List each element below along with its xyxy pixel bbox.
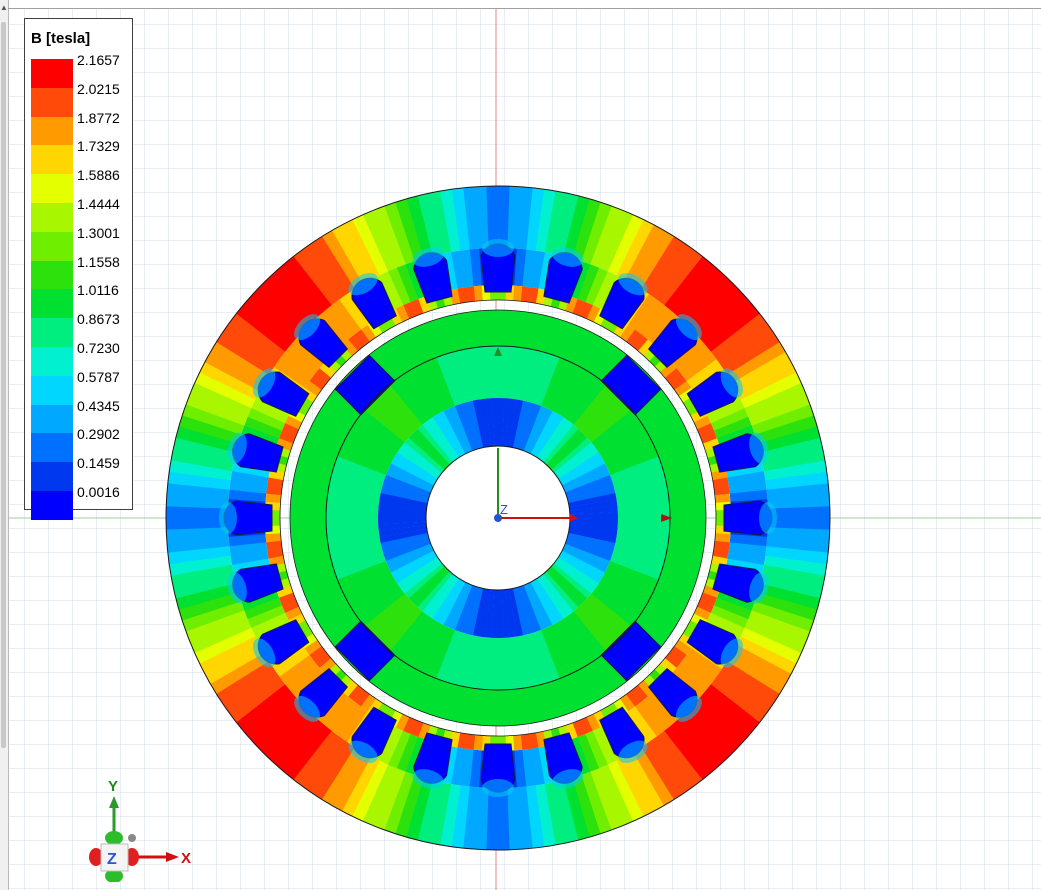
legend-swatch — [31, 203, 73, 232]
field-cell — [487, 310, 499, 347]
legend-swatch — [31, 59, 73, 88]
stator-slot — [480, 743, 516, 797]
legend-swatch — [31, 174, 73, 204]
stator-slot — [723, 500, 777, 536]
legend-value: 0.7230 — [77, 340, 120, 356]
legend-value: 1.0116 — [77, 282, 119, 299]
legend-swatch — [31, 318, 73, 348]
legend-swatch — [31, 260, 73, 290]
legend-value: 0.1459 — [77, 455, 120, 472]
legend-value: 1.7329 — [77, 138, 120, 155]
stator-slot — [480, 239, 516, 293]
legend-swatch — [31, 231, 73, 261]
view-triad[interactable]: Y X Z — [88, 772, 198, 882]
legend-swatch — [31, 347, 73, 376]
legend-value: 0.5787 — [77, 368, 120, 385]
stator-slot — [219, 500, 273, 536]
legend-swatch — [31, 116, 73, 146]
triad-x-label: X — [181, 850, 191, 867]
legend-swatch — [31, 404, 73, 434]
legend-swatch — [31, 145, 73, 175]
legend-value: 0.0016 — [77, 484, 120, 500]
vertical-scrollbar[interactable]: ▲ — [0, 0, 9, 890]
legend-value: 2.0215 — [77, 80, 120, 97]
legend-value: 0.2902 — [77, 426, 120, 443]
legend-swatch — [31, 491, 73, 520]
scroll-up-icon[interactable]: ▲ — [0, 4, 8, 12]
legend-swatch — [31, 375, 73, 405]
origin-z-label: Z — [500, 502, 508, 517]
field-cell — [497, 689, 509, 726]
legend-value: 1.3001 — [77, 224, 120, 241]
legend-title: B [tesla] — [31, 30, 91, 47]
legend-value: 2.1657 — [77, 52, 120, 68]
field-legend[interactable]: B [tesla] 2.1657 2.0215 1.8772 1.7329 1.5886… — [24, 18, 133, 520]
legend-value: 1.8772 — [77, 109, 120, 126]
legend-value: 1.4444 — [77, 196, 120, 212]
modeler-window: ▲ Z B [tesla] 2.1657 2.0215 1.8772 1.732… — [0, 0, 1041, 890]
legend-value: 0.8673 — [77, 311, 120, 328]
legend-swatch — [31, 289, 73, 319]
triad-z-label: Z — [107, 851, 117, 868]
legend-value: 1.1558 — [77, 253, 120, 270]
scrollbar-thumb[interactable] — [1, 22, 6, 748]
3d-viewport[interactable]: Z — [9, 9, 1041, 890]
legend-swatch — [31, 462, 73, 492]
triad-y-label: Y — [108, 778, 118, 795]
legend-value: 0.4345 — [77, 397, 120, 414]
field-cell — [289, 517, 327, 529]
field-cell — [669, 507, 706, 519]
legend-swatch — [31, 87, 73, 117]
legend-swatch — [31, 433, 73, 463]
legend-value: 1.5886 — [77, 167, 120, 184]
